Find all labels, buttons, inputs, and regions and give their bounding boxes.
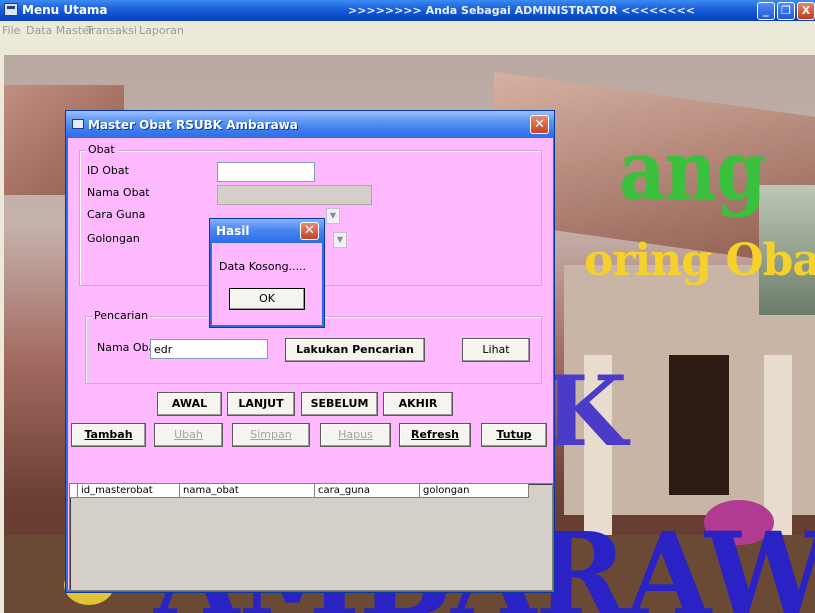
close-icon: ✕	[304, 223, 315, 238]
background-banner-text: oring Obat	[584, 235, 815, 286]
lihat-button[interactable]: Lihat	[462, 338, 530, 362]
master-obat-title: Master Obat RSUBK Ambarawa	[88, 118, 298, 132]
close-button[interactable]: X	[797, 2, 815, 20]
golongan-label: Golongan	[87, 232, 140, 245]
simpan-button[interactable]: Simpan	[232, 423, 310, 447]
golongan-dropdown-arrow[interactable]: ▼	[333, 232, 347, 248]
role-banner: >>>>>>>> Anda Sebagai ADMINISTRATOR <<<<…	[348, 4, 696, 17]
master-obat-close-button[interactable]: ✕	[530, 115, 549, 134]
refresh-label: Refresh	[411, 428, 459, 441]
pencarian-group-label: Pencarian	[92, 309, 151, 322]
tutup-button[interactable]: Tutup	[481, 423, 547, 447]
simpan-label: Simpan	[250, 428, 292, 441]
restore-button[interactable]: ❐	[777, 2, 795, 20]
ubah-label: Ubah	[174, 428, 203, 441]
grid-header: id_masterobat nama_obat cara_guna golong…	[70, 484, 529, 498]
grid-row-selector-header	[70, 484, 78, 498]
id-obat-input[interactable]	[217, 162, 315, 182]
obat-group-label: Obat	[86, 143, 117, 156]
background-banner-text: ang	[619, 120, 766, 219]
close-icon: X	[801, 4, 811, 17]
cara-guna-dropdown-arrow[interactable]: ▼	[326, 208, 340, 224]
cara-guna-label: Cara Guna	[87, 208, 146, 221]
close-icon: ✕	[534, 117, 545, 132]
restore-icon: ❐	[781, 4, 791, 17]
hapus-label: Hapus	[338, 428, 373, 441]
menu-file[interactable]: File	[2, 24, 20, 37]
hasil-close-button[interactable]: ✕	[300, 222, 319, 240]
master-obat-form: Obat ID Obat Nama Obat Cara Guna ▼ Golon…	[69, 138, 553, 591]
tambah-label: Tambah	[84, 428, 133, 441]
akhir-button[interactable]: AKHIR	[383, 392, 453, 416]
grid-column-header[interactable]: nama_obat	[180, 484, 315, 498]
menubar: File Data Master Transaksi Laporan	[0, 21, 815, 55]
id-obat-label: ID Obat	[87, 164, 129, 177]
lakukan-pencarian-button[interactable]: Lakukan Pencarian	[285, 338, 425, 362]
app-window-icon	[4, 3, 18, 16]
menu-transaksi[interactable]: Transaksi	[86, 24, 137, 37]
minimize-button[interactable]: _	[757, 2, 775, 20]
minimize-icon: _	[763, 4, 769, 17]
main-window-title: Menu Utama	[22, 3, 108, 17]
background-doorway	[669, 355, 729, 495]
awal-button[interactable]: AWAL	[157, 392, 222, 416]
nama-obat-label: Nama Obat	[87, 186, 150, 199]
sebelum-button[interactable]: SEBELUM	[301, 392, 378, 416]
hapus-button[interactable]: Hapus	[320, 423, 391, 447]
lanjut-button[interactable]: LANJUT	[227, 392, 295, 416]
grid-column-header[interactable]: cara_guna	[315, 484, 420, 498]
search-input[interactable]	[150, 339, 268, 359]
grid-column-header[interactable]: golongan	[420, 484, 529, 498]
master-obat-titlebar[interactable]: Master Obat RSUBK Ambarawa ✕	[66, 111, 554, 138]
window-icon	[72, 119, 84, 129]
hasil-message-box: Hasil ✕ Data Kosong..... OK	[209, 218, 325, 328]
background-banner-text: K	[544, 355, 627, 468]
main-window-titlebar[interactable]: Menu Utama >>>>>>>> Anda Sebagai ADMINIS…	[0, 0, 815, 21]
ok-button[interactable]: OK	[229, 288, 305, 310]
ubah-button[interactable]: Ubah	[154, 423, 223, 447]
hasil-title: Hasil	[216, 224, 250, 238]
menu-laporan[interactable]: Laporan	[139, 24, 184, 37]
master-obat-grid[interactable]: id_masterobat nama_obat cara_guna golong…	[69, 483, 553, 591]
refresh-button[interactable]: Refresh	[399, 423, 471, 447]
grid-column-header[interactable]: id_masterobat	[78, 484, 180, 498]
menu-data-master[interactable]: Data Master	[26, 24, 93, 37]
tambah-button[interactable]: Tambah	[71, 423, 146, 447]
nama-obat-input[interactable]	[217, 185, 372, 205]
tutup-label: Tutup	[496, 428, 532, 441]
hasil-titlebar[interactable]: Hasil ✕	[210, 219, 324, 243]
hasil-message-text: Data Kosong.....	[219, 260, 307, 273]
master-obat-window: Master Obat RSUBK Ambarawa ✕ Obat ID Oba…	[65, 110, 555, 593]
